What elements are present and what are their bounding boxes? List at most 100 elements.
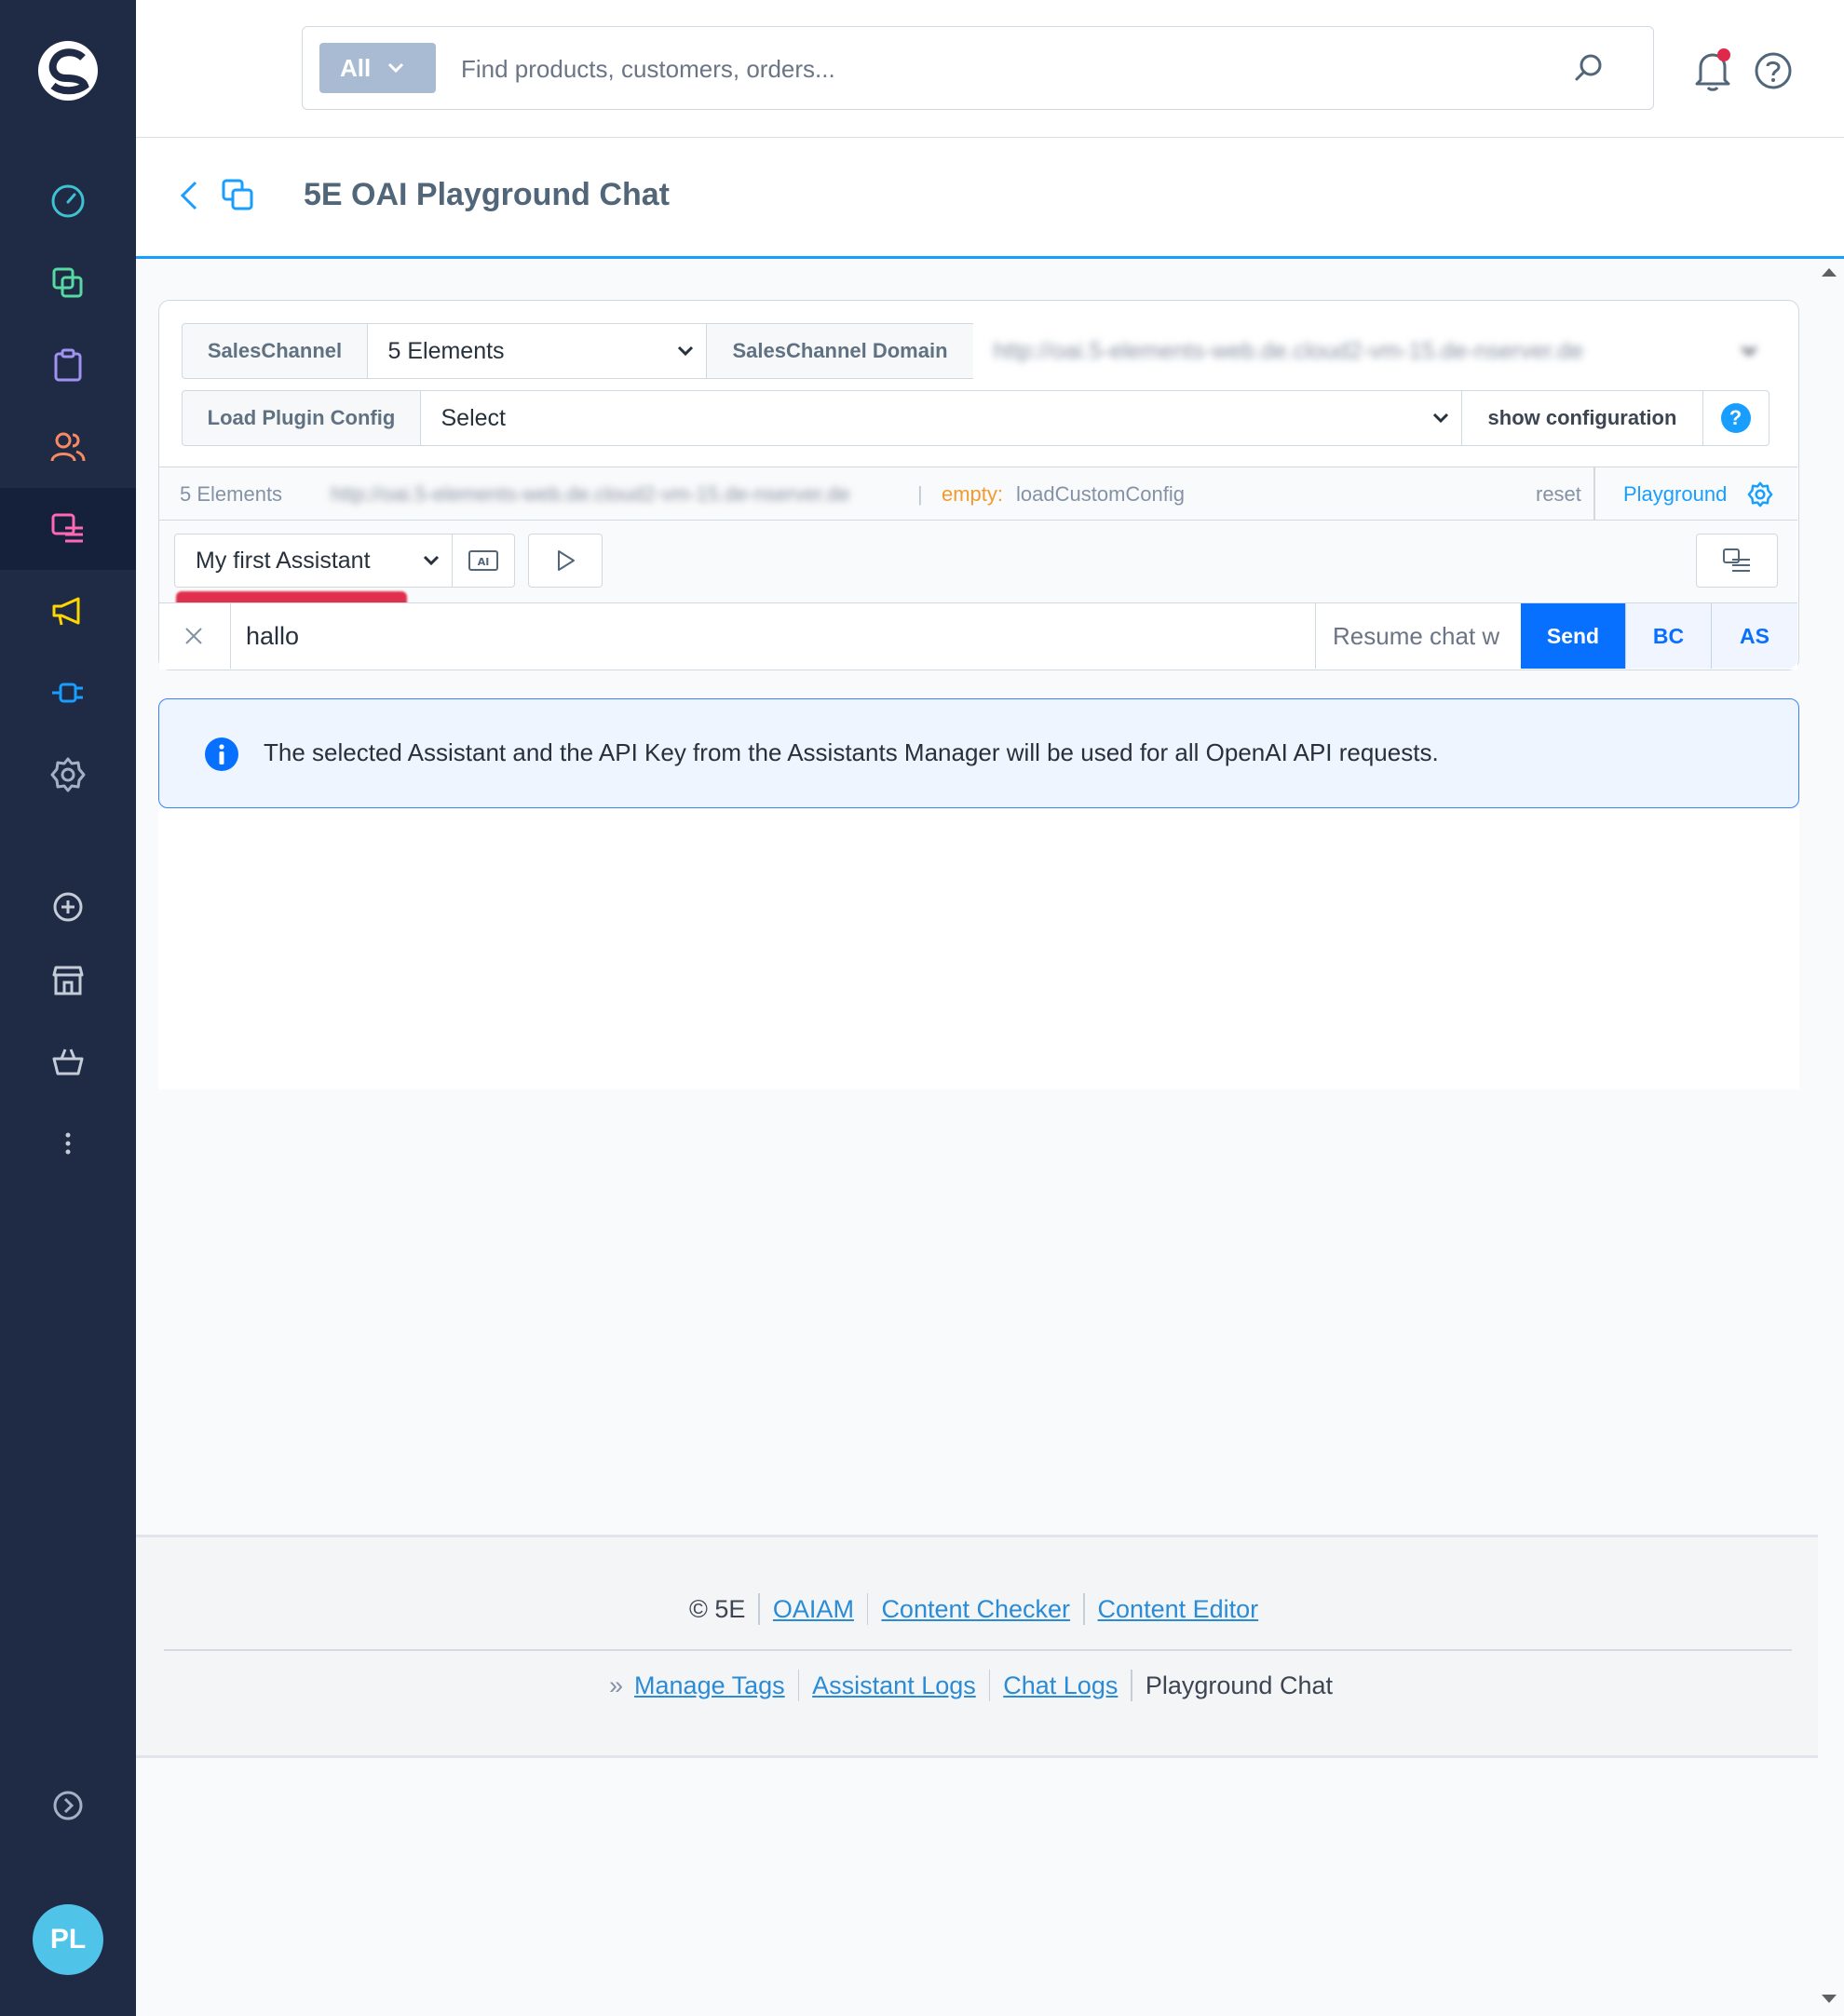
nav-dashboard[interactable] — [0, 160, 136, 242]
page-title: 5E OAI Playground Chat — [304, 177, 670, 212]
page-header: 5E OAI Playground Chat — [136, 138, 1844, 259]
assistant-ai-button[interactable]: AI — [452, 534, 515, 588]
status-domain: http://oai.5-elements-web.de.cloud2-vm-1… — [331, 482, 850, 506]
saleschannel-domain-select[interactable]: http://oai.5-elements-web.de.cloud2-vm-1… — [972, 323, 1770, 379]
back-arrow-icon[interactable] — [173, 177, 207, 214]
footer-divider — [164, 1649, 1792, 1651]
nav-extensions[interactable] — [0, 652, 136, 734]
status-divider — [1593, 467, 1595, 520]
nav-settings[interactable] — [0, 734, 136, 816]
saleschannel-domain-label: SalesChannel Domain — [706, 323, 974, 379]
speedometer-icon — [51, 184, 85, 218]
layers-icon — [52, 267, 83, 298]
config-help-button[interactable]: ? — [1702, 390, 1769, 446]
playground-card: SalesChannel 5 Elements SalesChannel Dom… — [158, 300, 1799, 670]
footer-links-bottom: » Manage Tags Assistant Logs Chat Logs P… — [609, 1670, 1333, 1701]
chevron-down-icon — [1432, 413, 1448, 424]
footer-link-content-checker[interactable]: Content Checker — [881, 1595, 1070, 1624]
search-icon[interactable] — [1569, 50, 1607, 88]
footer-separator — [797, 1670, 800, 1701]
footer-separator — [1131, 1670, 1132, 1701]
assistant-select-value: My first Assistant — [196, 547, 371, 574]
copy-icon[interactable] — [220, 177, 257, 214]
bc-button[interactable]: BC — [1625, 603, 1711, 669]
footer-breadcrumb-marker: » — [609, 1671, 624, 1699]
shopware-logo-icon[interactable] — [34, 37, 102, 104]
users-icon — [50, 432, 86, 462]
chevron-down-icon — [388, 62, 404, 74]
plugin-config-select[interactable]: Select — [419, 390, 1463, 446]
footer-separator — [1083, 1593, 1085, 1625]
search-type-label: All — [340, 53, 372, 82]
question-icon: ? — [1720, 403, 1751, 433]
sidebar-collapse-button[interactable] — [0, 1765, 136, 1847]
saleschannel-label: SalesChannel — [182, 323, 368, 379]
notification-badge — [1717, 48, 1730, 61]
assistant-select[interactable]: My first Assistant — [174, 534, 454, 588]
info-alert-text: The selected Assistant and the API Key f… — [264, 738, 1439, 766]
footer-current-page: Playground Chat — [1145, 1671, 1333, 1699]
nav-content[interactable] — [0, 488, 136, 570]
toggle-list-button[interactable] — [1696, 534, 1778, 588]
footer-separator — [866, 1593, 869, 1625]
status-separator: | — [917, 482, 923, 506]
global-search: All — [302, 26, 1654, 110]
footer-separator — [758, 1593, 760, 1625]
config-status-bar: 5 Elements http://oai.5-elements-web.de.… — [159, 467, 1797, 521]
send-button[interactable]: Send — [1521, 603, 1625, 669]
playground-settings-gear-icon[interactable] — [1746, 480, 1774, 508]
nav-storefront[interactable] — [0, 939, 136, 1021]
top-bar: All — [136, 0, 1844, 138]
footer: © 5E OAIAM Content Checker Content Edito… — [136, 1535, 1818, 1758]
reset-link[interactable]: reset — [1536, 482, 1581, 507]
storefront-icon — [52, 966, 84, 995]
show-configuration-button[interactable]: show configuration — [1461, 390, 1703, 446]
chevron-down-icon — [1741, 345, 1756, 357]
footer-link-assistant-logs[interactable]: Assistant Logs — [812, 1671, 976, 1700]
nav-more[interactable] — [0, 1103, 136, 1184]
clear-input-icon[interactable] — [183, 626, 204, 646]
plug-icon — [52, 683, 83, 703]
playground-link[interactable]: Playground — [1623, 482, 1727, 507]
basket-icon — [52, 1049, 84, 1076]
plugin-config-row: Load Plugin Config Select show configura… — [182, 390, 1769, 446]
play-icon — [558, 550, 575, 571]
nav-catalogues[interactable] — [0, 242, 136, 324]
content-list-icon — [51, 513, 83, 543]
chat-message-input[interactable] — [230, 603, 1316, 669]
footer-link-manage-tags[interactable]: Manage Tags — [634, 1671, 785, 1700]
saleschannel-select[interactable]: 5 Elements — [366, 323, 708, 379]
gear-icon — [50, 757, 86, 792]
resume-chat-input[interactable] — [1316, 603, 1523, 669]
plus-circle-icon — [53, 892, 83, 922]
footer-link-content-editor[interactable]: Content Editor — [1098, 1595, 1259, 1624]
sidebar: PL — [0, 0, 136, 2016]
saleschannel-row: SalesChannel 5 Elements SalesChannel Dom… — [182, 323, 1770, 379]
nav-customers[interactable] — [0, 406, 136, 488]
plugin-config-select-value: Select — [441, 404, 506, 431]
help-icon[interactable] — [1753, 50, 1794, 91]
content-list-icon — [1723, 548, 1750, 572]
nav-orders[interactable] — [0, 324, 136, 406]
more-vertical-icon — [65, 1132, 71, 1155]
svg-text:AI: AI — [478, 556, 490, 568]
footer-copyright: © 5E — [689, 1594, 746, 1623]
footer-link-oaiam[interactable]: OAIAM — [773, 1595, 854, 1624]
as-button[interactable]: AS — [1711, 603, 1797, 669]
user-avatar[interactable]: PL — [33, 1904, 103, 1975]
nav-marketing[interactable] — [0, 570, 136, 652]
info-alert: The selected Assistant and the API Key f… — [158, 698, 1799, 808]
load-plugin-config-label: Load Plugin Config — [182, 390, 421, 446]
search-input[interactable] — [461, 46, 1532, 92]
info-icon — [205, 737, 238, 771]
status-custom-config: loadCustomConfig — [1016, 482, 1185, 506]
chevron-right-circle-icon — [53, 1791, 83, 1820]
nav-add-app[interactable] — [0, 866, 136, 948]
scrollbar-up-arrow[interactable] — [1822, 268, 1837, 277]
chevron-down-icon — [423, 555, 440, 566]
footer-link-chat-logs[interactable]: Chat Logs — [1003, 1671, 1118, 1700]
run-button[interactable] — [528, 534, 603, 588]
nav-basket[interactable] — [0, 1021, 136, 1103]
scrollbar-down-arrow[interactable] — [1822, 1995, 1837, 2003]
search-type-dropdown[interactable]: All — [319, 43, 436, 93]
